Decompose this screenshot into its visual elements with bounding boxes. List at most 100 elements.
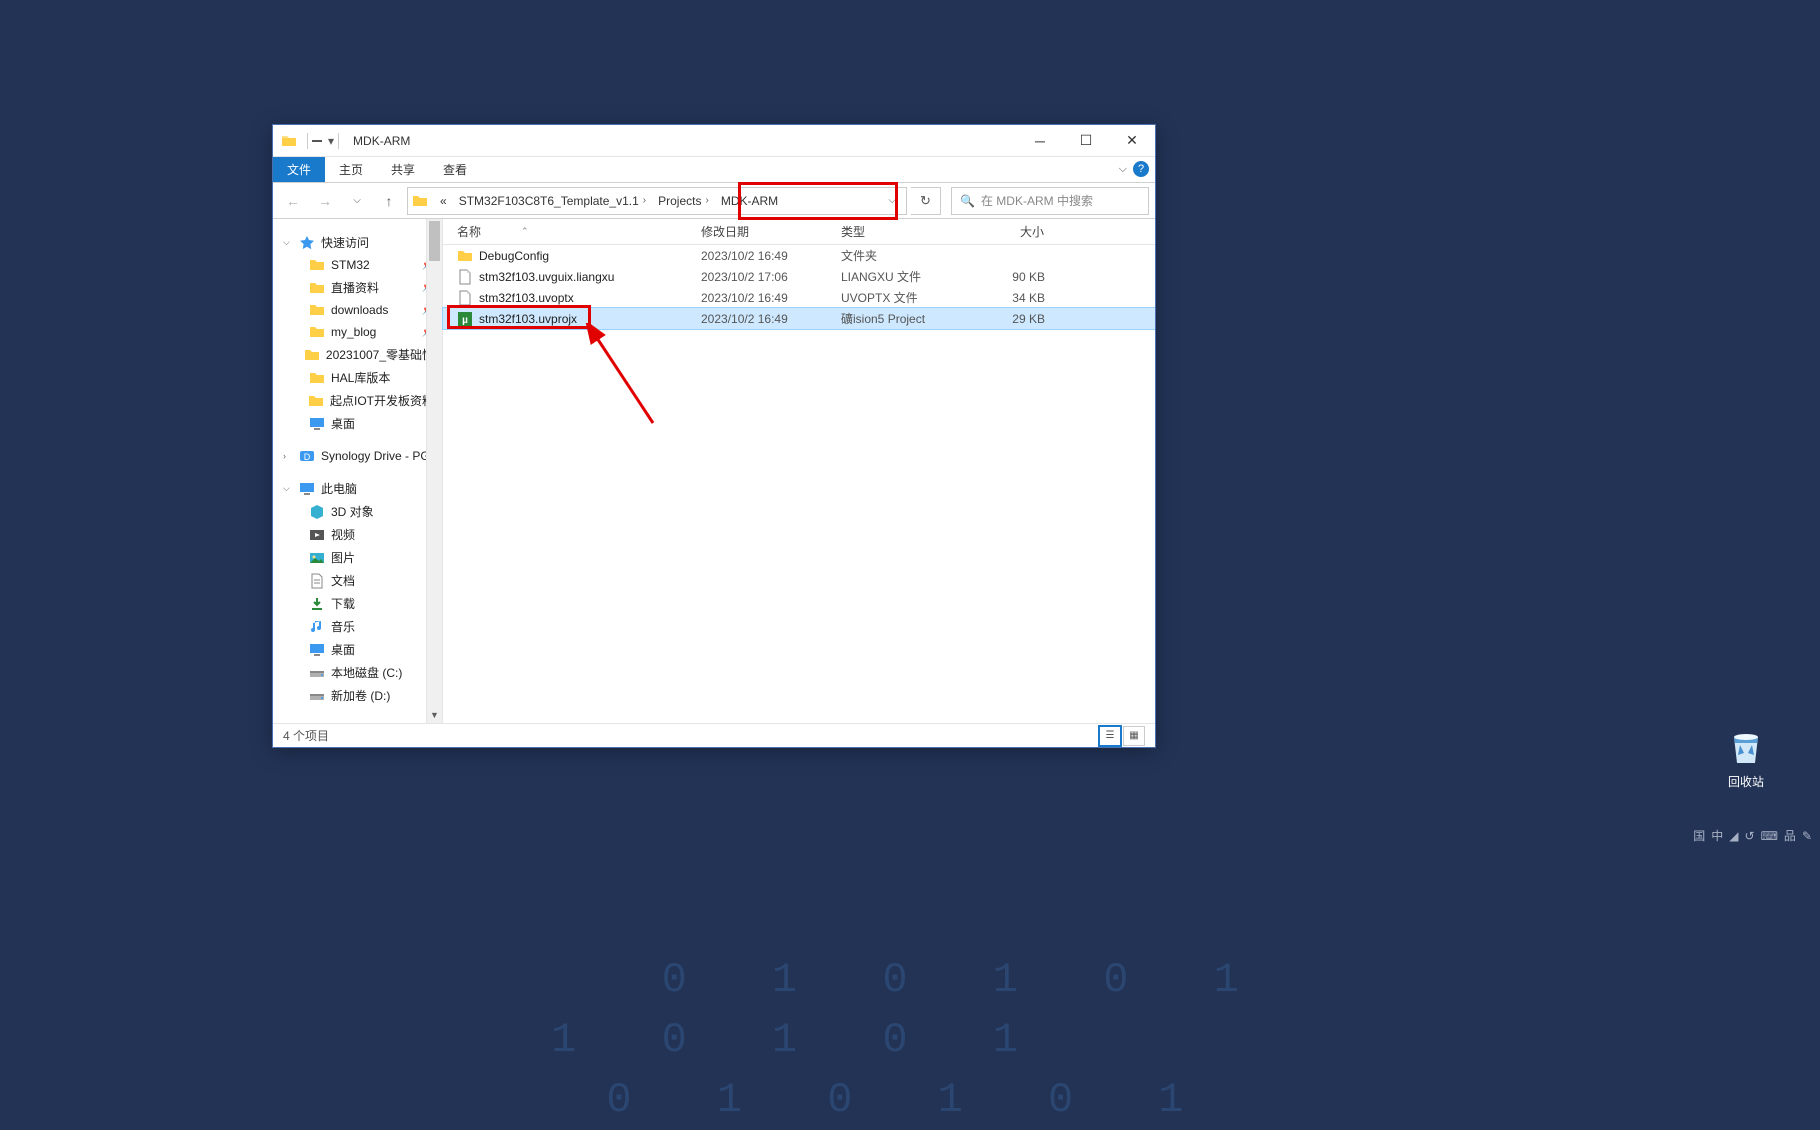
breadcrumb-segment[interactable]: MDK-ARM: [715, 190, 784, 212]
folder-icon: [304, 347, 320, 363]
address-dropdown-icon[interactable]: ⌵: [882, 195, 902, 206]
sidebar-item[interactable]: 本地磁盘 (C:): [273, 661, 442, 684]
navigation-pane: ⌵ 快速访问 STM32📌直播资料📌downloads📌my_blog📌2023…: [273, 219, 443, 723]
ribbon-tabs: 文件 主页 共享 查看 ⌵ ?: [273, 157, 1155, 183]
sidebar-item[interactable]: 文档: [273, 569, 442, 592]
ribbon-expand-icon[interactable]: ⌵: [1119, 163, 1127, 176]
title-bar: ▾ MDK-ARM ─ ☐ ✕: [273, 125, 1155, 157]
sidebar-item[interactable]: 3D 对象: [273, 500, 442, 523]
column-type[interactable]: 类型: [833, 223, 953, 240]
column-size[interactable]: 大小: [953, 223, 1053, 240]
close-button[interactable]: ✕: [1109, 125, 1155, 157]
tray-icon[interactable]: 品: [1784, 827, 1796, 844]
file-date: 2023/10/2 16:49: [693, 291, 833, 305]
sidebar-item[interactable]: 桌面: [273, 412, 442, 435]
view-icons-button[interactable]: ▦: [1123, 726, 1145, 746]
navigation-bar: ← → ⌵ ↑ « STM32F103C8T6_Template_v1.1 › …: [273, 183, 1155, 219]
sidebar-item[interactable]: 直播资料📌: [273, 276, 442, 299]
nav-up-button[interactable]: ↑: [375, 188, 403, 214]
file-name: stm32f103.uvprojx: [479, 312, 577, 326]
sidebar-item[interactable]: 音乐: [273, 615, 442, 638]
sidebar-item[interactable]: downloads📌: [273, 299, 442, 321]
nav-forward-button[interactable]: →: [311, 188, 339, 214]
desktop-icon: [309, 642, 325, 658]
tray-icon[interactable]: ◢: [1729, 829, 1738, 843]
column-name[interactable]: 名称⌃: [443, 223, 693, 240]
table-row[interactable]: stm32f103.uvguix.liangxu2023/10/2 17:06L…: [443, 266, 1155, 287]
tray-icon[interactable]: 中: [1711, 827, 1723, 844]
tray-icon[interactable]: 国: [1693, 827, 1705, 844]
column-date[interactable]: 修改日期: [693, 223, 833, 240]
system-tray: 国中 ◢ ↺ ⌨ 品 ✎: [1693, 827, 1812, 844]
tab-file[interactable]: 文件: [273, 157, 325, 182]
table-row[interactable]: DebugConfig2023/10/2 16:49文件夹: [443, 245, 1155, 266]
help-icon[interactable]: ?: [1133, 161, 1149, 177]
nav-back-button[interactable]: ←: [279, 188, 307, 214]
sidebar-item[interactable]: STM32📌: [273, 254, 442, 276]
table-row[interactable]: µstm32f103.uvprojx2023/10/2 16:49礦ision5…: [443, 308, 1155, 329]
refresh-button[interactable]: ↻: [911, 187, 941, 215]
tab-home[interactable]: 主页: [325, 157, 377, 182]
address-bar[interactable]: « STM32F103C8T6_Template_v1.1 › Projects…: [407, 187, 907, 215]
tray-icon[interactable]: ✎: [1802, 829, 1812, 843]
sidebar-item[interactable]: 视频: [273, 523, 442, 546]
nav-recent-dropdown[interactable]: ⌵: [343, 188, 371, 214]
status-item-count: 4 个项目: [283, 727, 329, 744]
sidebar-scrollbar[interactable]: ▲ ▼: [426, 219, 442, 723]
scrollbar-thumb[interactable]: [429, 221, 440, 261]
tray-icon[interactable]: ↺: [1745, 829, 1755, 843]
sidebar-item[interactable]: 桌面: [273, 638, 442, 661]
search-icon: 🔍: [960, 194, 975, 208]
file-name: stm32f103.uvguix.liangxu: [479, 270, 614, 284]
recycle-bin-label: 回收站: [1712, 773, 1780, 790]
3d-icon: [309, 504, 325, 520]
sidebar-synology[interactable]: › D Synology Drive - PG: [273, 445, 442, 467]
sidebar-this-pc[interactable]: ⌵ 此电脑: [273, 477, 442, 500]
sidebar-item[interactable]: 下载: [273, 592, 442, 615]
breadcrumb-segment[interactable]: Projects ›: [652, 190, 715, 212]
tab-view[interactable]: 查看: [429, 157, 481, 182]
tray-icon[interactable]: ⌨: [1761, 829, 1778, 843]
minimize-button[interactable]: ─: [1017, 125, 1063, 157]
recycle-bin-icon: [1724, 725, 1768, 769]
status-bar: 4 个项目 ☰ ▦: [273, 723, 1155, 747]
file-type: UVOPTX 文件: [833, 289, 953, 306]
music-icon: [309, 619, 325, 635]
breadcrumb-truncation[interactable]: «: [434, 190, 453, 212]
maximize-button[interactable]: ☐: [1063, 125, 1109, 157]
search-input[interactable]: 🔍 在 MDK-ARM 中搜索: [951, 187, 1149, 215]
svg-text:µ: µ: [462, 315, 468, 326]
file-name: stm32f103.uvoptx: [479, 291, 574, 305]
chevron-down-icon: ⌵: [283, 237, 293, 248]
sidebar-item[interactable]: 新加卷 (D:): [273, 684, 442, 707]
sidebar-item[interactable]: HAL库版本: [273, 366, 442, 389]
sidebar-item[interactable]: 20231007_零基础快: [273, 343, 442, 366]
drive-icon: [309, 688, 325, 704]
column-headers: 名称⌃ 修改日期 类型 大小: [443, 219, 1155, 245]
quick-access-toolbar-icon[interactable]: [312, 136, 322, 146]
tab-share[interactable]: 共享: [377, 157, 429, 182]
breadcrumb-segment[interactable]: STM32F103C8T6_Template_v1.1 ›: [453, 190, 652, 212]
star-icon: [299, 235, 315, 251]
synology-icon: D: [299, 448, 315, 464]
scroll-down-icon[interactable]: ▼: [427, 707, 442, 723]
sidebar-item[interactable]: my_blog📌: [273, 321, 442, 343]
folder-icon: [281, 133, 297, 149]
chevron-right-icon: ›: [705, 195, 708, 206]
view-details-button[interactable]: ☰: [1099, 726, 1121, 746]
folder-icon: [309, 257, 325, 273]
desktop-recycle-bin[interactable]: 回收站: [1712, 725, 1780, 790]
video-icon: [309, 527, 325, 543]
table-row[interactable]: stm32f103.uvoptx 2023/10/2 16:49UVOPTX 文件…: [443, 287, 1155, 308]
folder-icon: [457, 248, 473, 264]
sidebar-quick-access[interactable]: ⌵ 快速访问: [273, 231, 442, 254]
background-pattern: 0 1 0 1 0 1 1 0 1 0 1 0 1 0 1 0 1: [551, 950, 1269, 1130]
pics-icon: [309, 550, 325, 566]
uvproj-icon: µ: [457, 311, 473, 327]
sidebar-item[interactable]: 图片: [273, 546, 442, 569]
chevron-right-icon: ›: [283, 451, 293, 461]
svg-text:D: D: [304, 452, 311, 462]
dl-icon: [309, 596, 325, 612]
sidebar-item[interactable]: 起点IOT开发板资料: [273, 389, 442, 412]
folder-icon: [309, 370, 325, 386]
